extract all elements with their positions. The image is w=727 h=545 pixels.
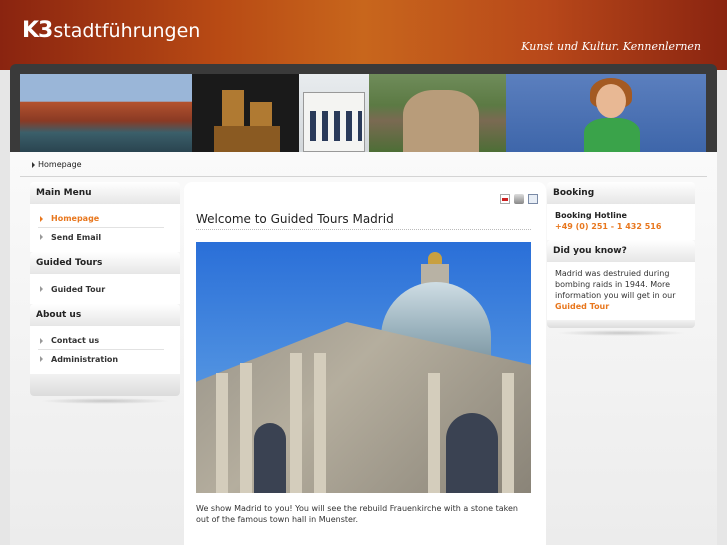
main-content: Welcome to Guided Tours Madrid We show M…	[184, 182, 546, 545]
left-sidebar-shadow	[40, 398, 170, 404]
menu-item-contact-us[interactable]: Contact us	[38, 332, 164, 350]
page-title: Welcome to Guided Tours Madrid	[196, 212, 394, 226]
email-icon[interactable]	[528, 194, 538, 204]
booking-heading: Booking	[547, 182, 695, 204]
breadcrumb-arrow-icon	[32, 161, 35, 168]
frauenkirche-photo	[196, 242, 531, 493]
about-us-menu: Contact us Administration	[30, 326, 180, 374]
header-banner	[20, 74, 706, 152]
right-sidebar-shadow	[557, 330, 685, 336]
banner-photo-tour-guide	[506, 74, 706, 152]
did-you-know-box: Madrid was destruied during bombing raid…	[547, 262, 695, 320]
right-sidebar-footer	[547, 320, 695, 328]
logo-mark: K3	[22, 18, 53, 43]
article-tools	[500, 194, 538, 204]
banner-photo-castle-tower	[369, 74, 506, 152]
menu-arrow-icon	[40, 286, 43, 292]
did-you-know-text: Madrid was destruied during bombing raid…	[555, 269, 676, 300]
menu-arrow-icon	[40, 215, 43, 222]
site-logo[interactable]: K3 stadtführungen	[22, 18, 200, 43]
logo-text: stadtführungen	[53, 19, 201, 42]
menu-item-guided-tour[interactable]: Guided Tour	[38, 280, 164, 298]
menu-arrow-icon	[40, 234, 43, 240]
breadcrumb: Homepage	[32, 160, 82, 169]
print-icon[interactable]	[514, 194, 524, 204]
breadcrumb-home-link[interactable]: Homepage	[38, 160, 82, 169]
hotline-number[interactable]: +49 (0) 251 - 1 432 516	[555, 221, 687, 232]
menu-item-administration[interactable]: Administration	[38, 350, 164, 368]
main-menu: Homepage Send Email	[30, 204, 180, 252]
menu-arrow-icon	[40, 356, 43, 362]
right-sidebar: Booking Booking Hotline +49 (0) 251 - 1 …	[547, 182, 695, 336]
did-you-know-heading: Did you know?	[547, 240, 695, 262]
banner-photo-church-night	[192, 74, 299, 152]
guided-tours-menu: Guided Tour	[30, 274, 180, 304]
main-menu-heading: Main Menu	[30, 182, 180, 204]
menu-item-homepage[interactable]: Homepage	[38, 210, 164, 228]
banner-photo-gothic-hall	[299, 74, 369, 152]
guided-tours-heading: Guided Tours	[30, 252, 180, 274]
menu-item-send-email[interactable]: Send Email	[38, 228, 164, 246]
pdf-icon[interactable]	[500, 194, 510, 204]
booking-box: Booking Hotline +49 (0) 251 - 1 432 516	[547, 204, 695, 240]
page-body: Homepage Main Menu Homepage Send Email G…	[10, 152, 717, 545]
guided-tour-link[interactable]: Guided Tour	[555, 302, 609, 311]
site-header: K3 stadtführungen Kunst und Kultur. Kenn…	[0, 0, 727, 70]
banner-photo-harbor	[20, 74, 192, 152]
content-caption: We show Madrid to you! You will see the …	[196, 504, 518, 524]
breadcrumb-divider	[20, 176, 707, 177]
title-divider	[196, 229, 531, 230]
left-sidebar: Main Menu Homepage Send Email Guided Tou…	[30, 182, 180, 404]
about-us-heading: About us	[30, 304, 180, 326]
left-sidebar-footer	[30, 374, 180, 396]
hotline-label: Booking Hotline	[555, 211, 627, 220]
site-tagline: Kunst und Kultur. Kennenlernen	[521, 40, 701, 53]
menu-arrow-icon	[40, 337, 43, 344]
